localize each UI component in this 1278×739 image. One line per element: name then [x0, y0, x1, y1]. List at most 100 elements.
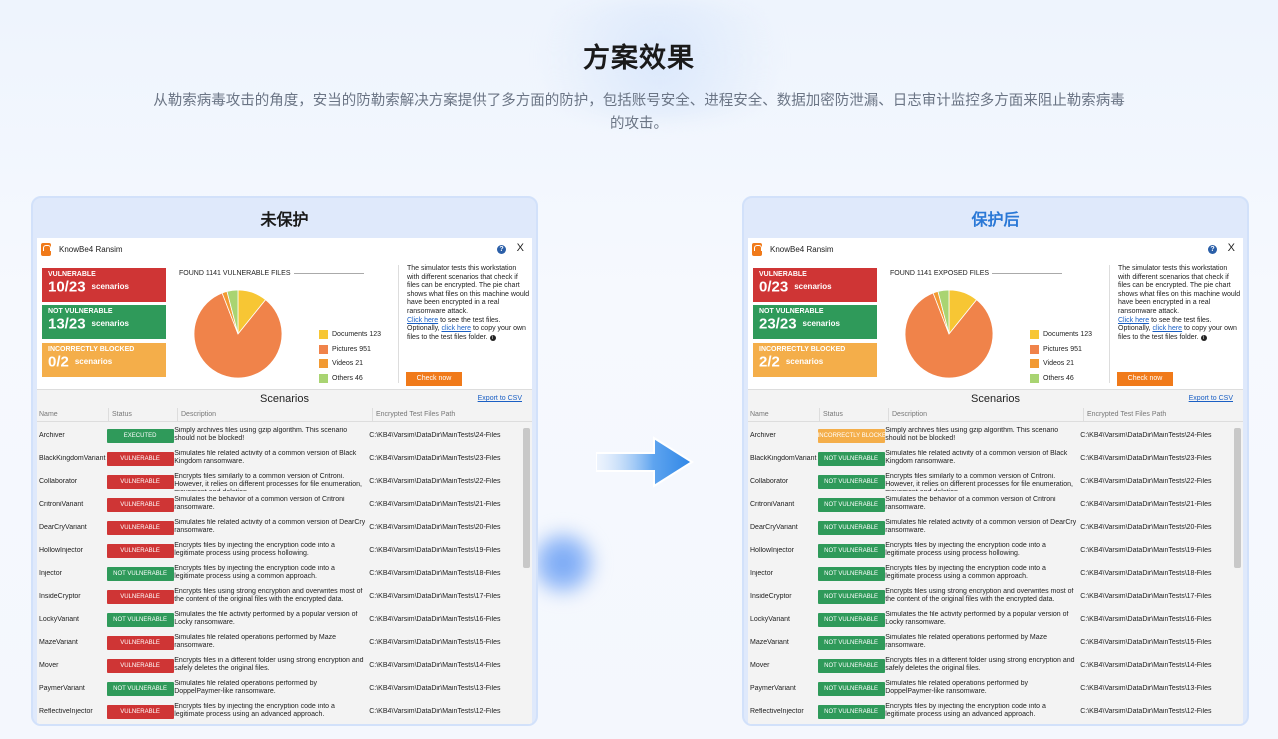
- scenario-path: C:\KB4\Varsim\DataDir\MainTests\12-Files: [1080, 708, 1212, 715]
- desc-optionally: Optionally,: [407, 325, 442, 333]
- scenario-path: C:\KB4\Varsim\DataDir\MainTests\13-Files: [369, 685, 501, 692]
- scenario-name: BlackKingdomVariant: [39, 455, 106, 462]
- status-badge: NOT VULNERABLE: [106, 681, 174, 696]
- scenario-name: InsideCryptor: [39, 593, 81, 600]
- check-now-button[interactable]: Check now: [1117, 372, 1173, 386]
- close-icon[interactable]: X: [1228, 242, 1235, 254]
- table-row[interactable]: HollowInjector NOT VULNERABLE Encrypts fil…: [748, 539, 1233, 562]
- column-header-status[interactable]: Status: [819, 408, 888, 421]
- scenario-status-cell: NOT VULNERABLE: [817, 589, 886, 604]
- info-icon[interactable]: i: [489, 334, 496, 341]
- column-header-name[interactable]: Name: [39, 408, 108, 421]
- panel-title: 保护后: [971, 210, 1020, 229]
- scenario-name: DearCryVariant: [750, 524, 798, 531]
- table-row[interactable]: BlackKingdomVariant NOT VULNERABLE Simulat…: [748, 447, 1233, 470]
- table-row[interactable]: Collaborator NOT VULNERABLE Encrypts files…: [748, 470, 1233, 493]
- click-here-copy-link[interactable]: click here: [442, 325, 472, 332]
- help-icon[interactable]: ?: [497, 245, 506, 254]
- table-row[interactable]: ReflectiveInjector VULNERABLE Encrypts fil…: [37, 700, 522, 723]
- table-row[interactable]: Injector NOT VULNERABLE Encrypts files by …: [748, 562, 1233, 585]
- scenario-path: C:\KB4\Varsim\DataDir\MainTests\24-Files: [1080, 432, 1212, 439]
- scenario-name: Archiver: [39, 432, 65, 439]
- status-badge: VULNERABLE: [106, 451, 174, 466]
- help-icon[interactable]: ?: [1208, 245, 1217, 254]
- scenario-path: C:\KB4\Varsim\DataDir\MainTests\20-Files: [1080, 524, 1212, 531]
- table-row[interactable]: PaymerVariant NOT VULNERABLE Simulates fil…: [37, 677, 522, 700]
- summary-box-not-vulnerable: NOT VULNERABLE 13/23 scenarios: [42, 305, 166, 339]
- table-row[interactable]: Injector NOT VULNERABLE Encrypts files by …: [37, 562, 522, 585]
- table-row[interactable]: PaymerVariant NOT VULNERABLE Simulates fil…: [748, 677, 1233, 700]
- scenario-name: Mover: [39, 662, 59, 669]
- click-here-link[interactable]: Click here: [407, 317, 438, 324]
- table-row[interactable]: Collaborator VULNERABLE Encrypts files sim…: [37, 470, 522, 493]
- status-badge: NOT VULNERABLE: [817, 451, 885, 466]
- scenario-description: Encrypts files in a different folder usi…: [885, 656, 1075, 672]
- legend-swatch: [319, 359, 328, 368]
- status-badge: NOT VULNERABLE: [106, 566, 174, 581]
- table-row[interactable]: HollowInjector VULNERABLE Encrypts files b…: [37, 539, 522, 562]
- table-row[interactable]: CritroniVariant VULNERABLE Simulates the b…: [37, 493, 522, 516]
- scenario-status-cell: NOT VULNERABLE: [817, 451, 886, 466]
- scenario-status-cell: NOT VULNERABLE: [106, 681, 175, 696]
- table-row[interactable]: MazeVariant VULNERABLE Simulates file rela…: [37, 631, 522, 654]
- table-row[interactable]: Archiver EXECUTED Simply archives files us…: [37, 424, 522, 447]
- table-row[interactable]: BlackKingdomVariant VULNERABLE Simulates f…: [37, 447, 522, 470]
- summary-box-value: 13/23: [48, 315, 86, 333]
- scenario-name: PaymerVariant: [750, 685, 796, 692]
- status-badge: VULNERABLE: [106, 658, 174, 673]
- scenario-name: DearCryVariant: [39, 524, 87, 531]
- table-row[interactable]: LockyVariant NOT VULNERABLE Simulates the …: [37, 608, 522, 631]
- column-header-status[interactable]: Status: [108, 408, 177, 421]
- table-row[interactable]: MazeVariant NOT VULNERABLE Simulates file …: [748, 631, 1233, 654]
- close-icon[interactable]: X: [517, 242, 524, 254]
- summary-box-incorrectly-blocked: INCORRECTLY BLOCKED 2/2 scenarios: [753, 343, 877, 377]
- click-here-copy-link[interactable]: click here: [1153, 325, 1183, 332]
- column-header-description[interactable]: Description: [177, 408, 372, 421]
- check-now-button[interactable]: Check now: [406, 372, 462, 386]
- table-row[interactable]: DearCryVariant NOT VULNERABLE Simulates fi…: [748, 516, 1233, 539]
- column-header-encrypted[interactable]: Encrypted Test Files Path: [1083, 408, 1243, 421]
- legend-label: Pictures 951: [1043, 345, 1082, 353]
- column-header-name[interactable]: Name: [750, 408, 819, 421]
- column-header-description[interactable]: Description: [888, 408, 1083, 421]
- page-title: 方案效果: [583, 43, 695, 74]
- scrollbar[interactable]: [1234, 428, 1241, 568]
- scrollbar[interactable]: [523, 428, 530, 568]
- desc-see: to see the test files.: [1149, 316, 1212, 324]
- click-here-link[interactable]: Click here: [1118, 317, 1149, 324]
- table-header: Name Status Description Encrypted Test File…: [748, 408, 1243, 422]
- scenario-description: Encrypts files in a different folder usi…: [174, 656, 364, 672]
- app-window: KnowBe4 Ransim? X VULNERABLE 0/23 scenarios N…: [748, 238, 1243, 724]
- summary-box-label: INCORRECTLY BLOCKED: [48, 346, 135, 353]
- table-row[interactable]: Archiver INCORRECTLY BLOCKED Simply archiv…: [748, 424, 1233, 447]
- scenario-name: MazeVariant: [750, 639, 789, 646]
- legend-swatch: [1030, 344, 1039, 354]
- export-csv-link[interactable]: Export to CSV: [478, 390, 522, 408]
- table-row[interactable]: DearCryVariant VULNERABLE Simulates file r…: [37, 516, 522, 539]
- status-badge: NOT VULNERABLE: [817, 497, 885, 512]
- table-row[interactable]: InsideCryptor VULNERABLE Encrypts files us…: [37, 585, 522, 608]
- scenario-description: Simulates the behavior of a common versi…: [174, 495, 345, 511]
- scenario-status-cell: NOT VULNERABLE: [817, 681, 886, 696]
- table-row[interactable]: ReflectiveInjector NOT VULNERABLE Encrypts…: [748, 700, 1233, 723]
- export-csv-link[interactable]: Export to CSV: [1189, 390, 1233, 408]
- scenario-status-cell: VULNERABLE: [106, 497, 175, 512]
- scenario-name: BlackKingdomVariant: [750, 455, 817, 462]
- legend-item: Videos 21: [319, 359, 381, 368]
- app-window: KnowBe4 Ransim? X VULNERABLE 10/23 scenarios…: [37, 238, 532, 724]
- status-badge: NOT VULNERABLE: [817, 704, 885, 719]
- table-row[interactable]: CritroniVariant NOT VULNERABLE Simulates t…: [748, 493, 1233, 516]
- status-badge: INCORRECTLY BLOCKED: [817, 428, 885, 443]
- table-row[interactable]: LockyVariant NOT VULNERABLE Simulates the …: [748, 608, 1233, 631]
- table-row[interactable]: InsideCryptor NOT VULNERABLE Encrypts file…: [748, 585, 1233, 608]
- scenario-status-cell: VULNERABLE: [106, 520, 175, 535]
- pie-legend: Documents 123 Pictures 951 Videos 21 Others…: [1030, 330, 1092, 388]
- scenario-description: Encrypts files using strong encryption a…: [174, 587, 363, 603]
- legend-label: Pictures 951: [332, 345, 371, 353]
- status-badge: NOT VULNERABLE: [817, 681, 885, 696]
- table-row[interactable]: Mover VULNERABLE Encrypts files in a diffe…: [37, 654, 522, 677]
- info-icon[interactable]: i: [1200, 334, 1207, 341]
- column-header-encrypted[interactable]: Encrypted Test Files Path: [372, 408, 532, 421]
- table-row[interactable]: Mover NOT VULNERABLE Encrypts files in a d…: [748, 654, 1233, 677]
- scenario-status-cell: EXECUTED: [106, 428, 175, 443]
